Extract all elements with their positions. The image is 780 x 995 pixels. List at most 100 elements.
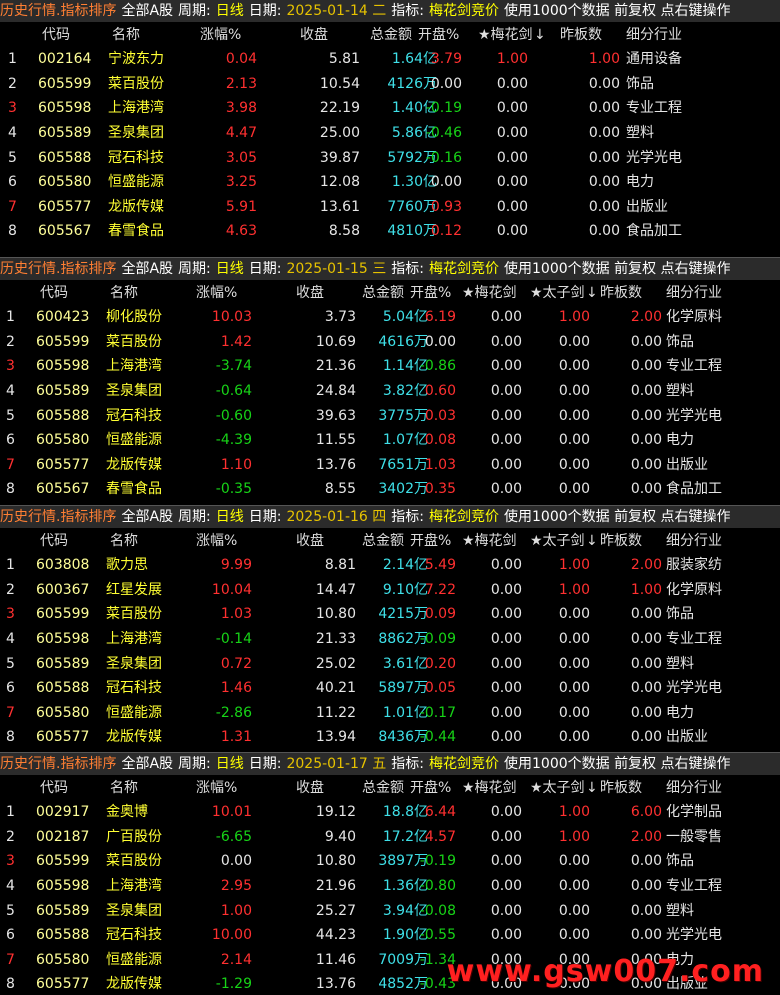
table-row[interactable]: 6 605588 冠石科技 1.46 40.21 5897万 0.05 0.00 0.00 0.0… (0, 676, 780, 701)
column-header-code[interactable]: 代码 (42, 23, 70, 48)
panel-title-bar[interactable]: 历史行情.指标排序 全部A股 周期: 日线 日期: 2025-01-16 四指标: 梅花剑竞… (0, 506, 780, 528)
column-header-open[interactable]: 开盘% (410, 776, 451, 801)
table-row[interactable]: 1 603808 歌力思 9.99 8.81 2.14亿 5.49 0.00 1.00 2.00 服… (0, 553, 780, 578)
column-header-plum[interactable]: ★梅花剑 (462, 281, 517, 306)
plum-sword-value: 0.00 (490, 902, 522, 919)
table-row[interactable]: 7 605577 龙版传媒 1.10 13.76 7651万 1.03 0.00 0.00 0.0… (0, 453, 780, 478)
table-row[interactable]: 6 605580 恒盛能源 -4.39 11.55 1.07亿 0.08 0.00 0.00 0.… (0, 428, 780, 453)
change-percent: 1.42 (220, 333, 252, 350)
indicator-value[interactable]: 梅花剑竞价 (429, 509, 499, 525)
table-row[interactable]: 2 605599 菜百股份 2.13 10.54 4126万 0.00 0.00 0.00 饰品 (0, 72, 780, 97)
table-row[interactable]: 7 605580 恒盛能源 -2.86 11.22 1.01亿 -0.17 0.00 0.00 0… (0, 701, 780, 726)
table-row[interactable]: 2 600367 红星发展 10.04 14.47 9.10亿 7.22 0.00 1.00 1.… (0, 578, 780, 603)
open-percent: -0.19 (425, 100, 462, 117)
board-selector[interactable]: 全部A股 (121, 509, 173, 525)
column-header-prince[interactable]: ★太子剑 (530, 776, 585, 801)
table-row[interactable]: 5 605589 圣泉集团 1.00 25.27 3.94亿 -0.08 0.00 0.00 0.… (0, 899, 780, 924)
table-row[interactable]: 3 605599 菜百股份 1.03 10.80 4215万 0.09 0.00 0.00 0.0… (0, 602, 780, 627)
stock-code: 605589 (38, 124, 92, 141)
date-value[interactable]: 2025-01-14 二 (286, 3, 386, 19)
table-row[interactable]: 3 605598 上海港湾 3.98 22.19 1.40亿 -0.19 0.00 0.00 专业… (0, 96, 780, 121)
column-header-industry[interactable]: 细分行业 (666, 529, 722, 554)
column-header-chg[interactable]: 涨幅% (200, 23, 241, 48)
column-header-plum[interactable]: ★梅花剑 (478, 23, 533, 48)
indicator-value[interactable]: 梅花剑竞价 (429, 756, 499, 772)
date-value[interactable]: 2025-01-16 四 (286, 509, 386, 525)
column-header-code[interactable]: 代码 (40, 529, 68, 554)
column-header-chg[interactable]: 涨幅% (196, 529, 237, 554)
column-header-close[interactable]: 收盘 (300, 23, 328, 48)
table-row[interactable]: 7 605577 龙版传媒 5.91 13.61 7760万 0.93 0.00 0.00 出版业 (0, 195, 780, 220)
table-row[interactable]: 1 002917 金奥博 10.01 19.12 18.8亿 6.44 0.00 1.00 6.0… (0, 800, 780, 825)
table-row[interactable]: 1 600423 柳化股份 10.03 3.73 5.04亿 6.19 0.00 1.00 2.0… (0, 305, 780, 330)
date-value[interactable]: 2025-01-15 三 (286, 261, 386, 277)
table-row[interactable]: 4 605589 圣泉集团 4.47 25.00 5.86亿 -0.46 0.00 0.00 塑料 (0, 121, 780, 146)
board-selector[interactable]: 全部A股 (121, 3, 173, 19)
column-header-industry[interactable]: 细分行业 (626, 23, 682, 48)
panel-title-bar[interactable]: 历史行情.指标排序 全部A股 周期: 日线 日期: 2025-01-15 三指标: 梅花剑竞… (0, 258, 780, 280)
table-row[interactable]: 3 605598 上海港湾 -3.74 21.36 1.14亿 -0.86 0.00 0.00 0… (0, 354, 780, 379)
stock-code: 605599 (36, 853, 90, 870)
table-row[interactable]: 5 605589 圣泉集团 0.72 25.02 3.61亿 0.20 0.00 0.00 0.0… (0, 652, 780, 677)
stock-name: 恒盛能源 (106, 951, 162, 968)
period-value[interactable]: 日线 (216, 3, 244, 19)
stock-name: 春雪食品 (106, 481, 162, 498)
indicator-value[interactable]: 梅花剑竞价 (429, 3, 499, 19)
column-header-plum[interactable]: ★梅花剑 (462, 529, 517, 554)
column-header-amount[interactable]: 总金额 (362, 529, 404, 554)
column-header-prev[interactable]: 昨板数 (600, 281, 642, 306)
table-row[interactable]: 8 605567 春雪食品 4.63 8.58 4810万 0.12 0.00 0.00 食品加工 (0, 219, 780, 244)
table-row[interactable]: 5 605588 冠石科技 3.05 39.87 5792万 -0.16 0.00 0.00 光学… (0, 146, 780, 171)
stock-name: 柳化股份 (106, 309, 162, 326)
column-header-code[interactable]: 代码 (40, 281, 68, 306)
table-row[interactable]: 2 605599 菜百股份 1.42 10.69 4616万 0.00 0.00 0.00 0.0… (0, 330, 780, 355)
prev-board-count: 0.00 (630, 704, 662, 721)
table-row[interactable]: 3 605599 菜百股份 0.00 10.80 3897万 -0.19 0.00 0.00 0.… (0, 849, 780, 874)
column-header-prince[interactable]: ★太子剑 (530, 281, 585, 306)
period-value[interactable]: 日线 (216, 756, 244, 772)
table-row[interactable]: 4 605598 上海港湾 2.95 21.96 1.36亿 -0.80 0.00 0.00 0.… (0, 874, 780, 899)
column-header-amount[interactable]: 总金额 (362, 776, 404, 801)
period-value[interactable]: 日线 (216, 261, 244, 277)
column-header-open[interactable]: 开盘% (410, 529, 451, 554)
column-header-prev[interactable]: 昨板数 (600, 776, 642, 801)
column-header-open[interactable]: 开盘% (410, 281, 451, 306)
indicator-value[interactable]: 梅花剑竞价 (429, 261, 499, 277)
table-row[interactable]: 4 605598 上海港湾 -0.14 21.33 8862万 -0.09 0.00 0.00 0… (0, 627, 780, 652)
board-selector[interactable]: 全部A股 (121, 756, 173, 772)
stock-code: 605580 (38, 174, 92, 191)
table-row[interactable]: 6 605588 冠石科技 10.00 44.23 1.90亿 -0.55 0.00 0.00 0… (0, 923, 780, 948)
table-row[interactable]: 8 605567 春雪食品 -0.35 8.55 3402万 0.35 0.00 0.00 0.0… (0, 477, 780, 502)
period-value[interactable]: 日线 (216, 509, 244, 525)
column-header-prince[interactable]: ★太子剑 (530, 529, 585, 554)
column-header-close[interactable]: 收盘 (296, 776, 324, 801)
change-percent: 3.98 (225, 100, 257, 117)
column-header-close[interactable]: 收盘 (296, 281, 324, 306)
column-header-name[interactable]: 名称 (112, 23, 140, 48)
date-value[interactable]: 2025-01-17 五 (286, 756, 386, 772)
column-header-close[interactable]: 收盘 (296, 529, 324, 554)
column-header-name[interactable]: 名称 (110, 281, 138, 306)
board-selector[interactable]: 全部A股 (121, 261, 173, 277)
table-row[interactable]: 6 605580 恒盛能源 3.25 12.08 1.30亿 0.00 0.00 0.00 电力 (0, 170, 780, 195)
panel-title-bar[interactable]: 历史行情.指标排序 全部A股 周期: 日线 日期: 2025-01-14 二指标: 梅花剑竞… (0, 0, 780, 22)
column-header-open[interactable]: 开盘% (418, 23, 459, 48)
column-header-name[interactable]: 名称 (110, 529, 138, 554)
column-header-name[interactable]: 名称 (110, 776, 138, 801)
column-header-industry[interactable]: 细分行业 (666, 776, 722, 801)
table-row[interactable]: 4 605589 圣泉集团 -0.64 24.84 3.82亿 0.60 0.00 0.00 0.… (0, 379, 780, 404)
column-header-chg[interactable]: 涨幅% (196, 281, 237, 306)
panel-title-bar[interactable]: 历史行情.指标排序 全部A股 周期: 日线 日期: 2025-01-17 五指标: 梅花剑竞… (0, 753, 780, 775)
table-row[interactable]: 8 605577 龙版传媒 1.31 13.94 8436万 -0.44 0.00 0.00 0.… (0, 725, 780, 750)
column-header-plum[interactable]: ★梅花剑 (462, 776, 517, 801)
table-row[interactable]: 5 605588 冠石科技 -0.60 39.63 3775万 0.03 0.00 0.00 0.… (0, 404, 780, 429)
column-header-industry[interactable]: 细分行业 (666, 281, 722, 306)
column-header-amount[interactable]: 总金额 (362, 281, 404, 306)
column-header-amount[interactable]: 总金额 (370, 23, 412, 48)
table-row[interactable]: 2 002187 广百股份 -6.65 9.40 17.2亿 4.57 0.00 1.00 2.0… (0, 825, 780, 850)
column-header-prev[interactable]: 昨板数 (560, 23, 602, 48)
column-header-chg[interactable]: 涨幅% (196, 776, 237, 801)
table-row[interactable]: 1 002164 宁波东力 0.04 5.81 1.64亿 3.79 1.00 1.00 通用设备 (0, 47, 780, 72)
column-header-code[interactable]: 代码 (40, 776, 68, 801)
column-header-prev[interactable]: 昨板数 (600, 529, 642, 554)
